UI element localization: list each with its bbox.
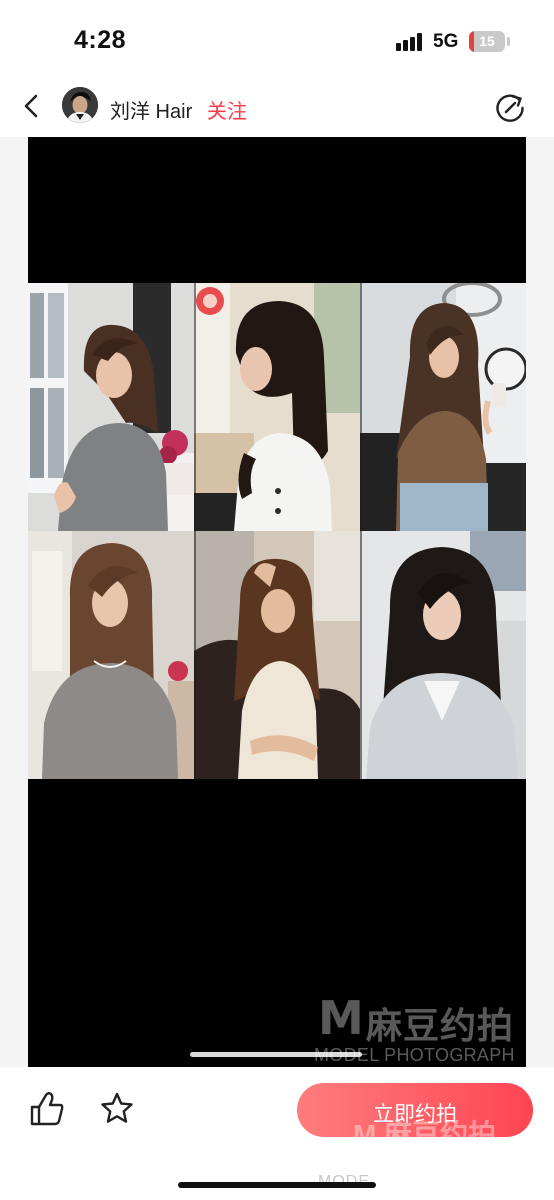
photo-tile[interactable]	[194, 531, 360, 779]
battery-icon: 15	[469, 31, 505, 52]
image-scroll-indicator	[190, 1052, 362, 1057]
photo-tile[interactable]	[360, 283, 526, 531]
chevron-left-icon	[24, 94, 38, 118]
watermark-brand-cn: 麻豆约拍	[366, 1005, 515, 1046]
bottom-action-bar: M 麻豆约拍 立即约拍 MODE	[0, 1067, 554, 1200]
hairstyle-photo-4	[28, 531, 194, 779]
photo-tile[interactable]	[28, 283, 194, 531]
author-name[interactable]: 刘洋 Hair	[110, 95, 192, 124]
photo-grid	[28, 283, 526, 779]
like-button[interactable]	[28, 1089, 66, 1129]
thumbs-up-icon	[30, 1092, 64, 1126]
hairstyle-photo-2	[194, 283, 360, 531]
status-time: 4:28	[74, 26, 127, 54]
grid-divider	[360, 283, 362, 779]
battery-cap	[507, 37, 510, 46]
hairstyle-photo-5	[194, 531, 360, 779]
watermark-logo: M	[318, 991, 364, 1045]
book-now-label: 立即约拍	[373, 1103, 457, 1126]
photo-tile[interactable]	[28, 531, 194, 779]
share-button[interactable]	[490, 88, 530, 128]
hairstyle-photo-6	[360, 531, 526, 779]
photo-tile[interactable]	[194, 283, 360, 531]
grid-divider	[194, 283, 196, 779]
author-avatar[interactable]	[62, 87, 98, 123]
home-indicator[interactable]	[178, 1182, 376, 1188]
post-content: M 麻豆约拍 MODEL PHOTOGRAPH	[0, 137, 554, 1067]
back-button[interactable]	[12, 86, 52, 126]
follow-button[interactable]: 关注	[207, 95, 247, 124]
star-icon	[101, 1092, 133, 1123]
book-now-button[interactable]: M 麻豆约拍 立即约拍	[297, 1083, 533, 1137]
post-header: 刘洋 Hair 关注	[0, 80, 554, 136]
hairstyle-photo-3	[360, 283, 526, 531]
photo-tile[interactable]	[360, 531, 526, 779]
share-icon	[496, 94, 524, 122]
signal-strength-icon	[396, 33, 424, 51]
hairstyle-photo-1	[28, 283, 194, 531]
favorite-button[interactable]	[98, 1089, 136, 1129]
battery-level: 15	[479, 33, 495, 49]
status-bar: 4:28 5G 15	[0, 0, 554, 80]
network-type: 5G	[433, 31, 459, 52]
post-image[interactable]: M 麻豆约拍 MODEL PHOTOGRAPH	[28, 137, 526, 1067]
